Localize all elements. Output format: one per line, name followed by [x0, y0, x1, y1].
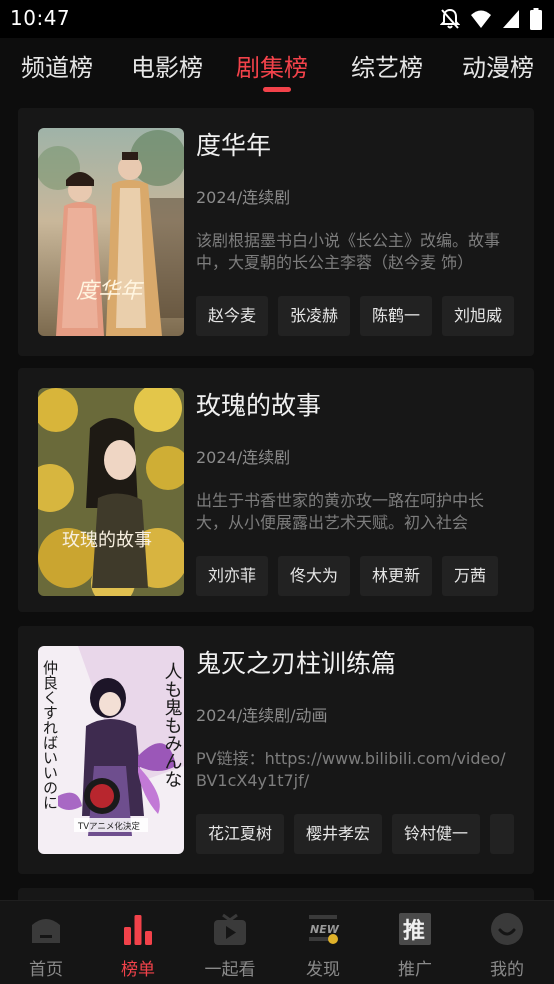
item-title[interactable]: 玫瑰的故事	[196, 386, 321, 422]
poster-image[interactable]: 玫瑰的故事	[38, 388, 184, 596]
list-item[interactable]: 玫瑰的故事 玫瑰的故事 2024/连续剧 出生于书香世家的黄亦玫一路在呵护中长大…	[18, 368, 534, 612]
cast-list: 刘亦菲 佟大为 林更新 万茜	[196, 556, 534, 596]
item-description: PV链接：https://www.bilibili.com/video/BV1c…	[196, 749, 506, 790]
poster-title-text: 玫瑰的故事	[62, 530, 152, 551]
poster-image[interactable]: 人も鬼もみんな 仲良くすればいいのに TVアニメ化決定	[38, 646, 184, 854]
cast-chip[interactable]: 花江夏树	[196, 814, 285, 854]
new-discover-icon: NEW	[309, 915, 340, 944]
nav-label: 推广	[398, 960, 432, 980]
notifications-off-icon	[440, 8, 460, 29]
status-time: 10:47	[10, 6, 71, 30]
item-meta: 2024/连续剧	[196, 448, 291, 467]
profile-smile-icon	[491, 913, 523, 945]
wifi-icon	[471, 10, 491, 28]
nav-home[interactable]: 首页	[6, 909, 86, 980]
cast-chip[interactable]: 刘旭威	[442, 296, 515, 336]
tab-variety[interactable]: 综艺榜	[351, 48, 423, 83]
battery-icon	[530, 8, 542, 30]
nav-label: 榜单	[121, 960, 155, 980]
promote-icon: 推	[399, 913, 431, 945]
status-icons	[440, 8, 542, 30]
cast-list: 花江夏树 樱井孝宏 铃村健一	[196, 814, 534, 854]
tab-movie[interactable]: 电影榜	[131, 48, 203, 83]
item-title[interactable]: 度华年	[196, 126, 271, 162]
cast-chip[interactable]: 陈鹤一	[360, 296, 433, 336]
cast-chip[interactable]: 佟大为	[278, 556, 351, 596]
tab-series[interactable]: 剧集榜	[236, 48, 308, 83]
cast-chip[interactable]: 林更新	[360, 556, 433, 596]
cellular-signal-icon	[503, 10, 519, 28]
tab-anime[interactable]: 动漫榜	[462, 48, 534, 83]
poster-text-left: 仲良くすればいいのに	[41, 660, 59, 810]
bottom-nav: 首页 榜单 一起看 NEW 发现 推 推广 我的	[0, 900, 554, 984]
list-item[interactable]: 人も鬼もみんな 仲良くすればいいのに TVアニメ化決定 鬼灭之刃柱训练篇 202…	[18, 626, 534, 874]
tv-play-icon	[214, 913, 246, 945]
poster-image[interactable]: 度华年	[38, 128, 184, 336]
cast-chip[interactable]: 刘亦菲	[196, 556, 269, 596]
poster-text-right: 人も鬼もみんな	[162, 662, 183, 788]
cast-chip[interactable]	[490, 814, 515, 854]
nav-promote[interactable]: 推 推广	[375, 909, 455, 980]
cast-chip[interactable]: 铃村健一	[392, 814, 481, 854]
tab-indicator	[263, 87, 291, 92]
list-item[interactable]	[18, 888, 534, 900]
item-description: 该剧根据墨书白小说《长公主》改编。故事中，大夏朝的长公主李蓉（赵今麦 饰）	[196, 231, 501, 272]
nav-label: 首页	[29, 960, 63, 980]
svg-text:推: 推	[403, 919, 425, 944]
poster-badge: TVアニメ化決定	[77, 821, 140, 832]
nav-ranking[interactable]: 榜单	[98, 909, 178, 980]
ranking-chart-icon	[124, 915, 152, 945]
nav-discover[interactable]: NEW 发现	[283, 909, 363, 980]
poster-title-text: 度华年	[76, 279, 144, 304]
nav-label: 发现	[306, 960, 340, 980]
nav-watch-together[interactable]: 一起看	[190, 909, 270, 980]
ranking-list: 度华年 度华年 2024/连续剧 该剧根据墨书白小说《长公主》改编。故事中，大夏…	[0, 104, 554, 900]
list-item[interactable]: 度华年 度华年 2024/连续剧 该剧根据墨书白小说《长公主》改编。故事中，大夏…	[18, 108, 534, 356]
home-icon	[32, 919, 60, 943]
cast-chip[interactable]: 赵今麦	[196, 296, 269, 336]
item-meta: 2024/连续剧	[196, 188, 291, 207]
status-bar: 10:47	[0, 0, 554, 38]
cast-chip[interactable]: 张凌赫	[278, 296, 351, 336]
svg-text:NEW: NEW	[310, 923, 340, 936]
cast-chip[interactable]: 樱井孝宏	[294, 814, 383, 854]
nav-profile[interactable]: 我的	[467, 909, 547, 980]
nav-label: 一起看	[204, 960, 256, 980]
tab-channel[interactable]: 频道榜	[21, 48, 93, 83]
cast-chip[interactable]: 万茜	[442, 556, 499, 596]
nav-label: 我的	[490, 960, 524, 980]
item-meta: 2024/连续剧/动画	[196, 706, 328, 725]
item-description: 出生于书香世家的黄亦玫一路在呵护中长大，从小便展露出艺术天赋。初入社会	[196, 491, 485, 532]
item-title[interactable]: 鬼灭之刃柱训练篇	[196, 644, 396, 680]
cast-list: 赵今麦 张凌赫 陈鹤一 刘旭威	[196, 296, 534, 336]
